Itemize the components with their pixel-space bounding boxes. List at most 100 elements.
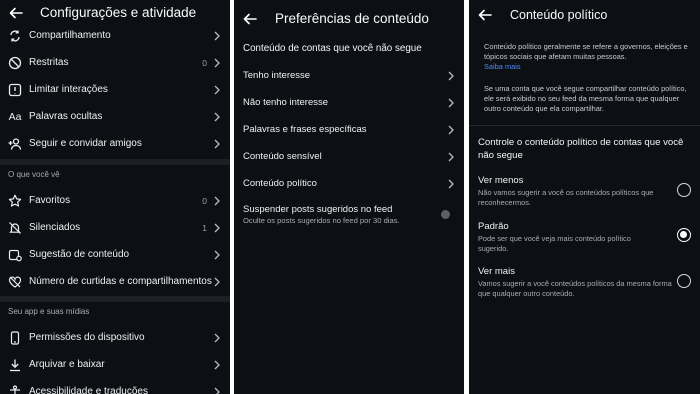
chevron-right-icon xyxy=(448,71,454,80)
back-arrow-icon[interactable] xyxy=(477,7,493,23)
menu-item-label: Palavras ocultas xyxy=(29,111,103,122)
chevron-right-icon xyxy=(214,58,220,67)
section-header-what-you-see: O que você vê xyxy=(8,170,60,179)
suspend-suggested-posts-row[interactable]: Suspender posts sugeridos no feed Oculte… xyxy=(234,200,464,230)
intro-text: Conteúdo político geralmente se refere a… xyxy=(484,42,688,61)
heart-icon xyxy=(8,275,22,289)
menu-item-limit-interactions[interactable]: Limitar interações xyxy=(0,76,230,103)
option-default[interactable]: Padrão Pode ser que você veja mais conte… xyxy=(469,218,700,258)
option-label: Padrão xyxy=(478,221,509,232)
chevron-right-icon xyxy=(214,387,220,394)
learn-more-link[interactable]: Saiba mais xyxy=(484,62,690,72)
menu-item-accessibility[interactable]: Acessibilidade e traduções xyxy=(0,378,230,394)
chevron-right-icon xyxy=(214,223,220,232)
menu-item-label: Silenciados xyxy=(29,222,81,233)
option-see-more[interactable]: Ver mais Vamos sugerir a você conteúdos … xyxy=(469,263,700,303)
section-divider xyxy=(0,296,230,302)
menu-item-restricted[interactable]: Restritas 0 xyxy=(0,49,230,76)
menu-item-hidden-words[interactable]: Aa Palavras ocultas xyxy=(0,103,230,130)
menu-item-label: Conteúdo sensível xyxy=(243,151,322,162)
menu-item-label: Tenho interesse xyxy=(243,70,311,81)
page-title: Preferências de conteúdo xyxy=(275,11,429,26)
menu-item-interested[interactable]: Tenho interesse xyxy=(234,62,464,89)
chevron-right-icon xyxy=(214,277,220,286)
content-preferences-panel: Preferências de conteúdo Conteúdo de con… xyxy=(234,0,464,394)
menu-item-label: Sugestão de conteúdo xyxy=(29,249,130,260)
chevron-right-icon xyxy=(448,125,454,134)
menu-item-label: Favoritos xyxy=(29,195,71,206)
menu-item-count: 0 xyxy=(202,195,207,206)
menu-item-share[interactable]: Compartilhamento xyxy=(0,22,230,49)
menu-item-specific-words[interactable]: Palavras e frases específicas xyxy=(234,116,464,143)
muted-bell-icon xyxy=(8,221,22,235)
menu-item-label: Restritas xyxy=(29,57,69,68)
suspend-toggle[interactable] xyxy=(441,210,450,219)
chevron-right-icon xyxy=(214,85,220,94)
menu-item-count: 0 xyxy=(202,57,207,68)
suspend-description: Oculte os posts sugeridos no feed por 30… xyxy=(243,216,400,225)
back-arrow-icon[interactable] xyxy=(242,11,258,27)
hidden-words-icon: Aa xyxy=(8,110,22,123)
menu-item-archive-download[interactable]: Arquivar e baixar xyxy=(0,351,230,378)
divider xyxy=(469,125,700,126)
menu-item-political-content[interactable]: Conteúdo político xyxy=(234,170,464,197)
option-description: Não vamos sugerir a você os conteúdos po… xyxy=(478,188,654,207)
share-icon xyxy=(8,29,22,43)
option-description: Pode ser que você veja mais conteúdo pol… xyxy=(478,234,631,253)
option-label: Ver mais xyxy=(478,266,515,277)
menu-item-label: Permissões do dispositivo xyxy=(29,332,145,343)
menu-item-label: Arquivar e baixar xyxy=(29,359,105,370)
radio-default[interactable] xyxy=(677,228,691,242)
settings-activity-panel: Configurações e atividade Compartilhamen… xyxy=(0,0,230,394)
chevron-right-icon xyxy=(214,250,220,259)
intro-text-block: Conteúdo político geralmente se refere a… xyxy=(484,42,690,72)
menu-item-follow-invite[interactable]: Seguir e convidar amigos xyxy=(0,130,230,157)
add-person-icon xyxy=(8,137,22,151)
section-header-app-media: Seu app e suas mídias xyxy=(8,307,90,316)
radio-see-less[interactable] xyxy=(677,183,691,197)
chevron-right-icon xyxy=(214,333,220,342)
download-icon xyxy=(8,358,22,372)
back-arrow-icon[interactable] xyxy=(8,5,24,21)
menu-item-label: Não tenho interesse xyxy=(243,97,329,108)
menu-item-device-permissions[interactable]: Permissões do dispositivo xyxy=(0,324,230,351)
chevron-right-icon xyxy=(448,98,454,107)
menu-item-count: 1 xyxy=(202,222,207,233)
option-description: Vamos sugerir a você conteúdos políticos… xyxy=(478,279,672,298)
menu-item-likes-shares-count[interactable]: Número de curtidas e compartilhamentos xyxy=(0,268,230,295)
phone-icon xyxy=(8,330,22,345)
star-icon xyxy=(8,194,22,208)
radio-see-more[interactable] xyxy=(677,274,691,288)
page-title: Configurações e atividade xyxy=(40,5,197,20)
chevron-right-icon xyxy=(448,179,454,188)
suspend-title: Suspender posts sugeridos no feed xyxy=(243,204,393,215)
panel2-header: Preferências de conteúdo xyxy=(234,6,464,32)
restricted-icon xyxy=(8,56,22,70)
section-title: Conteúdo de contas que você não segue xyxy=(243,43,422,54)
option-see-less[interactable]: Ver menos Não vamos sugerir a você os co… xyxy=(469,172,700,212)
chevron-right-icon xyxy=(448,152,454,161)
menu-item-favorites[interactable]: Favoritos 0 xyxy=(0,187,230,214)
menu-item-label: Palavras e frases específicas xyxy=(243,124,367,135)
political-content-panel: Conteúdo político Conteúdo político gera… xyxy=(469,0,700,394)
chevron-right-icon xyxy=(214,112,220,121)
menu-item-label: Conteúdo político xyxy=(243,178,317,189)
menu-item-suggested-content[interactable]: Sugestão de conteúdo xyxy=(0,241,230,268)
menu-item-label: Número de curtidas e compartilhamentos xyxy=(29,276,212,287)
menu-item-sensitive-content[interactable]: Conteúdo sensível xyxy=(234,143,464,170)
chevron-right-icon xyxy=(214,360,220,369)
chevron-right-icon xyxy=(214,196,220,205)
menu-item-label: Compartilhamento xyxy=(29,30,111,41)
control-section-title: Controle o conteúdo político de contas q… xyxy=(478,137,684,161)
accessibility-icon xyxy=(8,384,22,394)
menu-item-muted[interactable]: Silenciados 1 xyxy=(0,214,230,241)
menu-item-label: Seguir e convidar amigos xyxy=(29,138,142,149)
option-label: Ver menos xyxy=(478,175,524,186)
menu-item-not-interested[interactable]: Não tenho interesse xyxy=(234,89,464,116)
chevron-right-icon xyxy=(214,139,220,148)
page-title: Conteúdo político xyxy=(510,8,608,22)
panel3-header: Conteúdo político xyxy=(469,2,700,28)
limit-interactions-icon xyxy=(8,83,22,97)
followed-accounts-info: Se uma conta que você segue compartilhar… xyxy=(484,84,687,113)
menu-item-label: Limitar interações xyxy=(29,84,108,95)
